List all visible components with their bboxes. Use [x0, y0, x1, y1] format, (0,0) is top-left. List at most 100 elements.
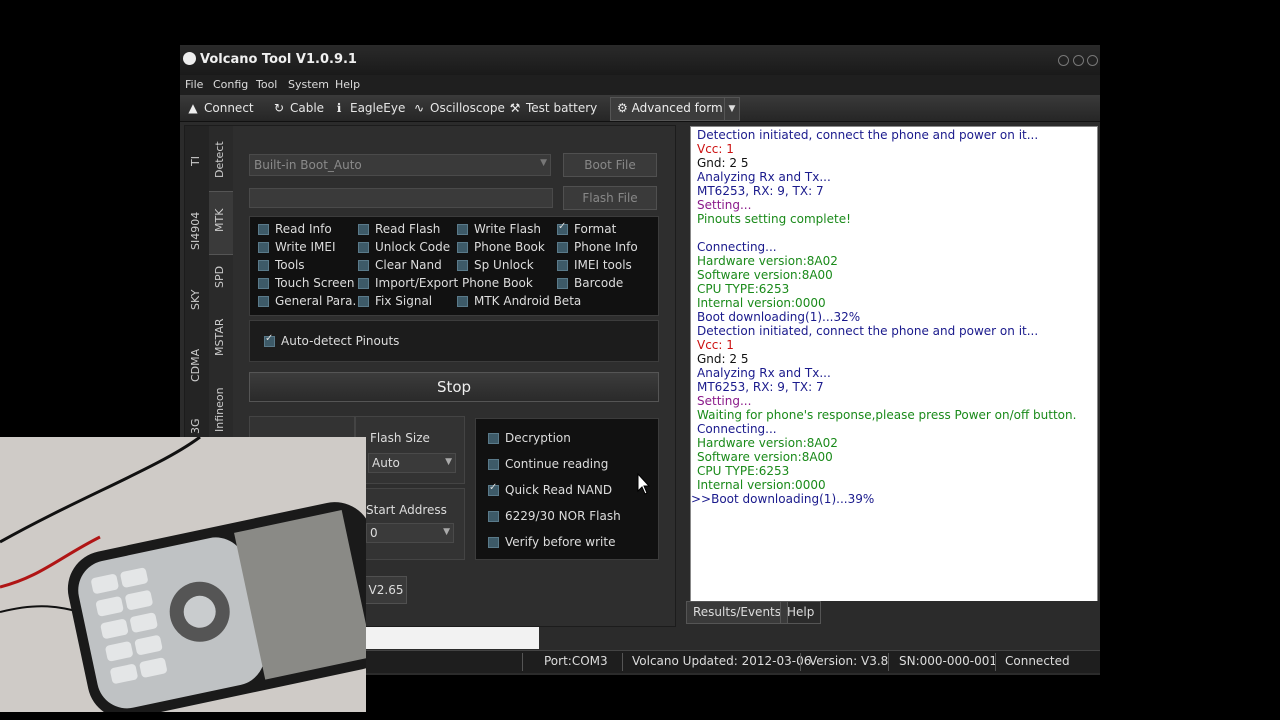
- wrench-icon: ⚒: [509, 101, 521, 115]
- log-line: Connecting...: [697, 422, 777, 436]
- flash-size-select[interactable]: Auto ▼: [368, 453, 456, 473]
- function-checkbox-fix-signal[interactable]: Fix Signal: [358, 294, 432, 308]
- log-line: MT6253, RX: 9, TX: 7: [697, 380, 824, 394]
- start-address-value: 0: [370, 526, 378, 540]
- status-connection: Connected: [1005, 654, 1070, 668]
- log-line: Detection initiated, connect the phone a…: [697, 324, 1039, 338]
- log-tabs: Results/Events Help: [686, 601, 1098, 624]
- status-divider: [800, 653, 801, 671]
- chevron-down-icon[interactable]: ▼: [724, 98, 739, 120]
- function-checkbox-group: Read Info Read Flash Write Flash Format Writ…: [249, 216, 659, 316]
- checkbox-icon: [457, 295, 468, 307]
- boot-file-button[interactable]: Boot File: [563, 153, 657, 177]
- option-checkbox-6229-30-nor-flash[interactable]: 6229/30 NOR Flash: [488, 509, 621, 523]
- function-checkbox-unlock-code[interactable]: Unlock Code: [358, 240, 450, 254]
- option-checkbox-continue-reading[interactable]: Continue reading: [488, 457, 608, 471]
- stop-button[interactable]: Stop: [249, 372, 659, 402]
- option-checkbox-decryption[interactable]: Decryption: [488, 431, 571, 445]
- function-checkbox-sp-unlock[interactable]: Sp Unlock: [457, 258, 534, 272]
- title-bar: Volcano Tool V1.0.9.1: [180, 45, 1100, 75]
- version-button[interactable]: V2.65: [365, 576, 407, 604]
- log-line: MT6253, RX: 9, TX: 7: [697, 184, 824, 198]
- checkbox-icon: [358, 259, 369, 271]
- menu-tool[interactable]: Tool: [256, 78, 277, 91]
- boot-select[interactable]: Built-in Boot_Auto ▼: [249, 154, 551, 176]
- checkbox-icon: [258, 259, 269, 271]
- log-line: Gnd: 2 5: [697, 156, 749, 170]
- log-line: Waiting for phone's response,please pres…: [697, 408, 1077, 422]
- info-icon: ℹ: [336, 101, 342, 115]
- function-checkbox-imei-tools[interactable]: IMEI tools: [557, 258, 632, 272]
- function-checkbox-read-info[interactable]: Read Info: [258, 222, 332, 236]
- start-address-select[interactable]: 0 ▼: [366, 523, 454, 543]
- minimize-button[interactable]: [1058, 55, 1069, 66]
- function-checkbox-tools[interactable]: Tools: [258, 258, 305, 272]
- tab-ti[interactable]: TI: [189, 156, 211, 186]
- log-line: Gnd: 2 5: [697, 352, 749, 366]
- checkbox-icon: [488, 432, 499, 444]
- checkbox-icon: [258, 295, 269, 307]
- checkbox-icon: [258, 223, 269, 235]
- function-checkbox-phone-info[interactable]: Phone Info: [557, 240, 638, 254]
- log-line: Software version:8A00: [697, 268, 833, 282]
- eagleeye-button[interactable]: ℹ EagleEye: [332, 99, 406, 117]
- menu-system[interactable]: System: [288, 78, 329, 91]
- function-checkbox-barcode[interactable]: Barcode: [557, 276, 623, 290]
- menu-help[interactable]: Help: [335, 78, 360, 91]
- mouse-cursor-icon: [637, 473, 651, 495]
- function-checkbox-import-export-phone-book[interactable]: Import/Export Phone Book: [358, 276, 533, 290]
- function-checkbox-phone-book[interactable]: Phone Book: [457, 240, 545, 254]
- tab-mtk[interactable]: MTK: [209, 191, 233, 255]
- flash-size-label: Flash Size: [370, 431, 430, 445]
- function-checkbox-write-flash[interactable]: Write Flash: [457, 222, 541, 236]
- checkbox-icon: [358, 223, 369, 235]
- checkbox-icon: [488, 510, 499, 522]
- log-line: Setting...: [697, 198, 752, 212]
- function-checkbox-format[interactable]: Format: [557, 221, 616, 236]
- cable-button[interactable]: ↻ Cable: [272, 99, 324, 117]
- function-checkbox-write-imei[interactable]: Write IMEI: [258, 240, 336, 254]
- menu-file[interactable]: File: [185, 78, 203, 91]
- auto-detect-pinouts-checkbox[interactable]: Auto-detect Pinouts: [264, 333, 399, 348]
- test-battery-button[interactable]: ⚒ Test battery: [508, 99, 598, 117]
- oscilloscope-button[interactable]: ∿ Oscilloscope: [412, 99, 505, 117]
- connect-button[interactable]: ▲ Connect: [186, 99, 253, 117]
- status-divider: [522, 653, 523, 671]
- function-checkbox-touch-screen[interactable]: Touch Screen: [258, 276, 355, 290]
- function-checkbox-clear-nand[interactable]: Clear Nand: [358, 258, 442, 272]
- status-divider: [888, 653, 889, 671]
- checkbox-icon: [488, 458, 499, 470]
- maximize-button[interactable]: [1073, 55, 1084, 66]
- start-address-panel: Start Address 0 ▼: [355, 488, 465, 560]
- checkbox-icon: [557, 241, 568, 253]
- tab-help[interactable]: Help: [780, 601, 822, 624]
- status-divider: [995, 653, 996, 671]
- toolbar: ▲ Connect ↻ Cable ℹ EagleEye ∿ Oscilloscope …: [180, 95, 1100, 122]
- advanced-form-label: ⚙ Advanced form: [617, 101, 723, 115]
- option-checkbox-verify-before-write[interactable]: Verify before write: [488, 535, 615, 549]
- start-address-label: Start Address: [366, 503, 447, 517]
- status-updated: Volcano Updated: 2012-03-06: [632, 654, 812, 668]
- function-checkbox-mtk-android-beta[interactable]: MTK Android Beta: [457, 294, 581, 308]
- checkbox-icon: [457, 259, 468, 271]
- log-line: Vcc: 1: [697, 338, 734, 352]
- tab-results-events[interactable]: Results/Events: [686, 601, 789, 624]
- function-checkbox-general-para[interactable]: General Para.: [258, 294, 356, 308]
- results-log[interactable]: Detection initiated, connect the phone a…: [690, 126, 1098, 604]
- checkbox-icon: [488, 536, 499, 548]
- app-logo-icon: [183, 52, 196, 65]
- option-checkbox-quick-read-nand[interactable]: Quick Read NAND: [488, 482, 612, 497]
- read-options-group: Decryption Continue reading Quick Read NAN…: [475, 418, 659, 560]
- boot-select-value: Built-in Boot_Auto: [254, 158, 362, 172]
- flash-file-path-input[interactable]: [249, 188, 553, 208]
- checkbox-icon: [258, 277, 269, 289]
- advanced-form-dropdown[interactable]: ⚙ Advanced form ▼: [610, 97, 740, 121]
- function-checkbox-read-flash[interactable]: Read Flash: [358, 222, 440, 236]
- log-line: Analyzing Rx and Tx...: [697, 366, 831, 380]
- tab-sky[interactable]: SKY: [189, 289, 211, 350]
- menu-config[interactable]: Config: [213, 78, 248, 91]
- flash-file-button[interactable]: Flash File: [563, 186, 657, 210]
- close-button[interactable]: [1087, 55, 1098, 66]
- checkbox-checked-icon: [264, 333, 275, 347]
- log-line: CPU TYPE:6253: [697, 464, 790, 478]
